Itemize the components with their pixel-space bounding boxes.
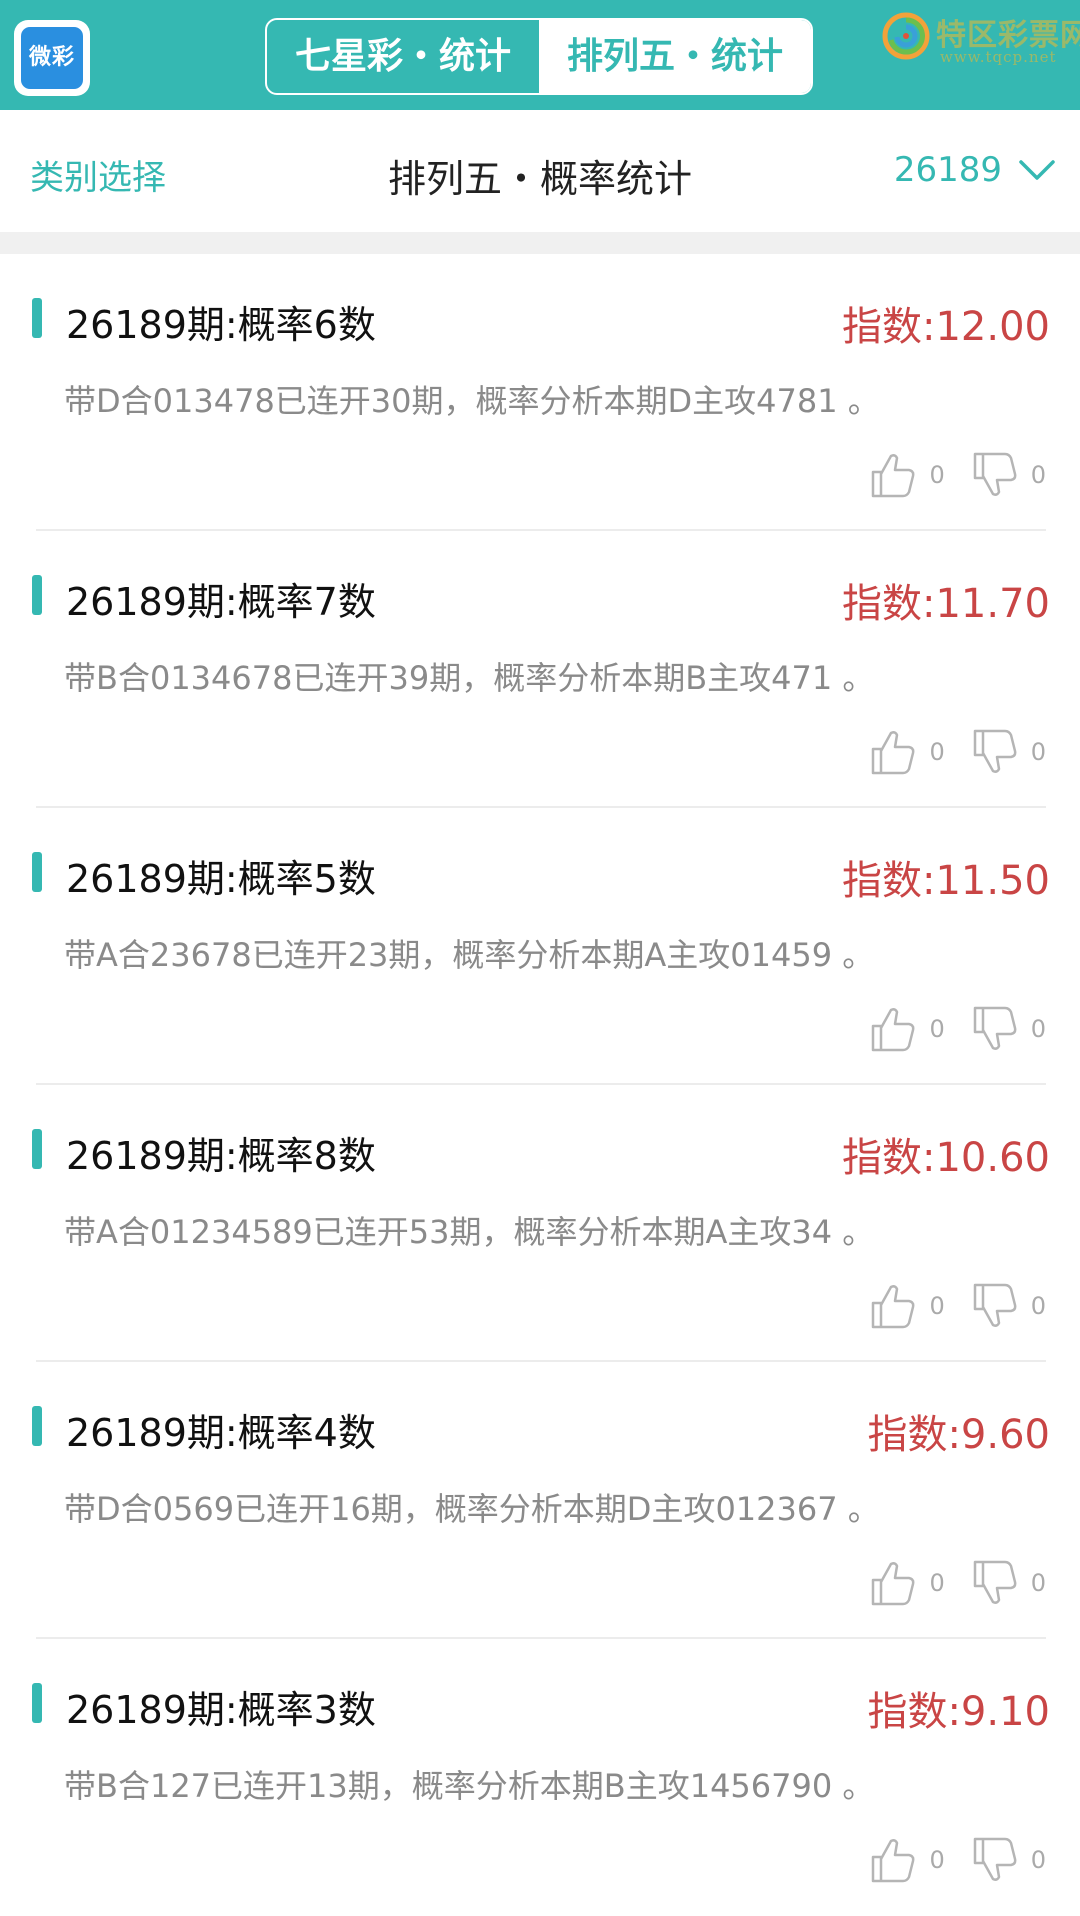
period-value: 26189 — [893, 150, 1002, 190]
like-count: 0 — [929, 1015, 945, 1043]
app-logo-text: 微彩 — [21, 27, 83, 89]
like-count: 0 — [929, 1846, 945, 1874]
thumbs-up-icon — [872, 1839, 915, 1883]
item-index: 指数:10.60 — [842, 1135, 1050, 1181]
vote-controls: 0 0 — [869, 450, 1046, 500]
list-item: 26189期:概率4数 指数:9.60 带D合0569已连开16期，概率分析本期… — [0, 1362, 1080, 1639]
top-bar: 微彩 七星彩・统计 排列五・统计 特区彩票网 www.tqcp.net — [0, 0, 1080, 110]
thumbs-down-icon — [973, 1560, 1017, 1604]
item-title: 26189期:概率7数 — [66, 580, 376, 624]
sub-header: 类别选择 排列五・概率统计 26189 — [0, 110, 1080, 232]
site-logo: 特区彩票网 www.tqcp.net — [878, 8, 1080, 68]
thumbs-down-icon — [973, 1283, 1017, 1327]
thumbs-up-icon — [872, 1285, 915, 1329]
item-title: 26189期:概率6数 — [66, 303, 376, 347]
item-title: 26189期:概率5数 — [66, 857, 376, 901]
like-count: 0 — [929, 1569, 945, 1597]
like-count: 0 — [929, 1292, 945, 1320]
chevron-down-icon — [1019, 160, 1055, 180]
vote-controls: 0 0 — [869, 1558, 1046, 1608]
accent-bar — [32, 298, 42, 338]
item-index: 指数:9.60 — [867, 1412, 1050, 1458]
section-gap — [0, 232, 1080, 254]
accent-bar — [32, 852, 42, 892]
like-button[interactable]: 0 — [869, 1558, 945, 1608]
category-select-link[interactable]: 类别选择 — [30, 150, 166, 199]
accent-bar — [32, 1406, 42, 1446]
period-dropdown[interactable]: 26189 — [894, 150, 1056, 190]
swirl-logo-icon — [882, 12, 930, 60]
item-title: 26189期:概率8数 — [66, 1134, 376, 1178]
thumbs-down-icon — [973, 452, 1017, 496]
item-description: 带B合0134678已连开39期，概率分析本期B主攻471 。 — [64, 659, 875, 697]
item-index: 指数:11.70 — [842, 581, 1050, 627]
like-count: 0 — [929, 738, 945, 766]
item-index: 指数:11.50 — [842, 858, 1050, 904]
dislike-count: 0 — [1030, 1015, 1046, 1043]
like-count: 0 — [929, 461, 945, 489]
thumbs-up-icon — [872, 1008, 915, 1052]
item-description: 带B合127已连开13期，概率分析本期B主攻1456790 。 — [64, 1767, 875, 1805]
item-title: 26189期:概率4数 — [66, 1411, 376, 1455]
accent-bar — [32, 1129, 42, 1169]
vote-controls: 0 0 — [869, 727, 1046, 777]
list-item: 26189期:概率6数 指数:12.00 带D合013478已连开30期，概率分… — [0, 254, 1080, 531]
tab-qixingcai-stats[interactable]: 七星彩・统计 — [267, 20, 539, 93]
thumbs-up-icon — [872, 1562, 915, 1606]
dislike-count: 0 — [1030, 738, 1046, 766]
list-item: 26189期:概率7数 指数:11.70 带B合0134678已连开39期，概率… — [0, 531, 1080, 808]
app-logo[interactable]: 微彩 — [14, 20, 90, 96]
dislike-count: 0 — [1030, 1846, 1046, 1874]
accent-bar — [32, 575, 42, 615]
thumbs-up-icon — [872, 454, 915, 498]
thumbs-down-icon — [973, 729, 1017, 773]
item-description: 带A合01234589已连开53期，概率分析本期A主攻34 。 — [64, 1213, 875, 1251]
vote-controls: 0 0 — [869, 1004, 1046, 1054]
accent-bar — [32, 1683, 42, 1723]
like-button[interactable]: 0 — [869, 1281, 945, 1331]
list-item: 26189期:概率8数 指数:10.60 带A合01234589已连开53期，概… — [0, 1085, 1080, 1362]
item-description: 带D合013478已连开30期，概率分析本期D主攻4781 。 — [64, 382, 880, 420]
stats-list: 26189期:概率6数 指数:12.00 带D合013478已连开30期，概率分… — [0, 254, 1080, 1916]
item-description: 带A合23678已连开23期，概率分析本期A主攻01459 。 — [64, 936, 875, 974]
dislike-count: 0 — [1030, 461, 1046, 489]
like-button[interactable]: 0 — [869, 727, 945, 777]
dislike-button[interactable]: 0 — [971, 1835, 1046, 1885]
site-url: www.tqcp.net — [940, 48, 1057, 66]
item-index: 指数:12.00 — [842, 304, 1050, 350]
list-item: 26189期:概率3数 指数:9.10 带B合127已连开13期，概率分析本期B… — [0, 1639, 1080, 1916]
dislike-button[interactable]: 0 — [971, 450, 1046, 500]
item-index: 指数:9.10 — [867, 1689, 1050, 1735]
list-item: 26189期:概率5数 指数:11.50 带A合23678已连开23期，概率分析… — [0, 808, 1080, 1085]
item-title: 26189期:概率3数 — [66, 1688, 376, 1732]
thumbs-up-icon — [872, 731, 915, 775]
vote-controls: 0 0 — [869, 1835, 1046, 1885]
dislike-button[interactable]: 0 — [971, 1281, 1046, 1331]
dislike-button[interactable]: 0 — [971, 1004, 1046, 1054]
dislike-button[interactable]: 0 — [971, 1558, 1046, 1608]
dislike-count: 0 — [1030, 1569, 1046, 1597]
tab-pailiewu-stats[interactable]: 排列五・统计 — [539, 20, 811, 93]
like-button[interactable]: 0 — [869, 450, 945, 500]
dislike-count: 0 — [1030, 1292, 1046, 1320]
dislike-button[interactable]: 0 — [971, 727, 1046, 777]
thumbs-down-icon — [973, 1837, 1017, 1881]
like-button[interactable]: 0 — [869, 1004, 945, 1054]
like-button[interactable]: 0 — [869, 1835, 945, 1885]
lottery-tab-switcher: 七星彩・统计 排列五・统计 — [265, 18, 813, 95]
vote-controls: 0 0 — [869, 1281, 1046, 1331]
thumbs-down-icon — [973, 1006, 1017, 1050]
item-description: 带D合0569已连开16期，概率分析本期D主攻012367 。 — [64, 1490, 880, 1528]
